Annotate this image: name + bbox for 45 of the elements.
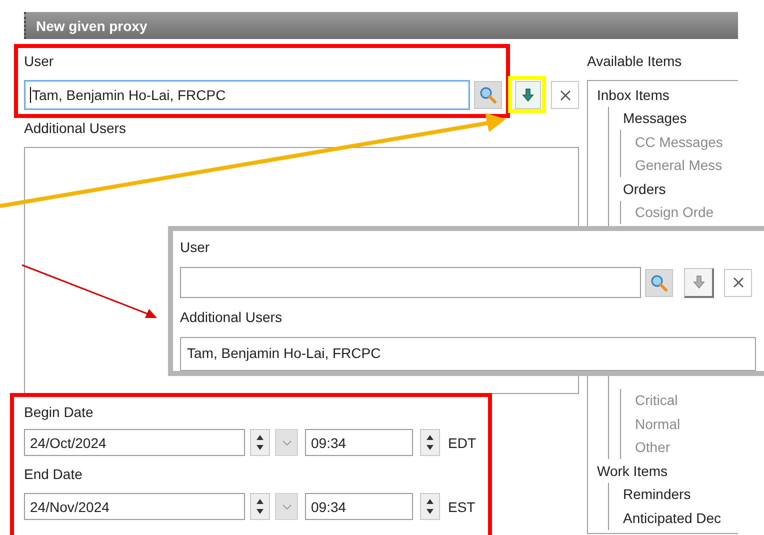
close-icon	[732, 277, 744, 288]
up-down-icon	[426, 498, 434, 515]
down-arrow-icon	[522, 88, 534, 102]
up-down-icon	[256, 498, 264, 515]
tree-item[interactable]: Messages	[623, 110, 687, 126]
time-field[interactable]: 09:34	[305, 493, 413, 520]
search-icon	[479, 86, 497, 104]
tree-item[interactable]: Inbox Items	[597, 86, 670, 103]
list-item[interactable]: Tam, Benjamin Ho-Lai, FRCPC	[187, 343, 381, 363]
time-zone: EST	[448, 498, 476, 514]
down-arrow-icon	[692, 275, 704, 289]
tree-item[interactable]: Anticipated Dec	[623, 510, 722, 526]
clear-button[interactable]	[724, 268, 752, 296]
add-user-button[interactable]	[515, 81, 541, 109]
close-icon	[560, 90, 570, 100]
field-label: Available Items	[587, 52, 682, 70]
time-field[interactable]: 09:34	[305, 429, 413, 456]
search-icon	[650, 274, 668, 292]
search-button[interactable]	[474, 81, 502, 109]
chevron-down-icon	[282, 440, 292, 446]
user-field[interactable]	[180, 267, 641, 298]
chevron-down-icon	[282, 504, 292, 510]
field-label: User	[24, 52, 54, 70]
date-label: End Date	[24, 465, 82, 483]
up-down-icon	[426, 434, 434, 451]
time-spinner[interactable]	[420, 493, 440, 520]
users-list[interactable]: Tam, Benjamin Ho-Lai, FRCPC	[180, 337, 756, 371]
field-label: User	[180, 238, 210, 256]
tree-item[interactable]: Orders	[623, 180, 666, 197]
date-spinner[interactable]	[250, 429, 270, 456]
up-down-icon	[256, 434, 264, 451]
tree-item[interactable]: Reminders	[623, 486, 691, 502]
date-label: Begin Date	[24, 403, 94, 421]
field-label: Additional Users	[24, 119, 126, 137]
panel-title: New given proxy	[36, 18, 148, 34]
date-field[interactable]: 24/Nov/2024	[24, 493, 245, 520]
date-field[interactable]: 24/Oct/2024	[24, 429, 245, 456]
clear-button[interactable]	[551, 81, 579, 109]
time-spinner[interactable]	[420, 429, 440, 456]
user-field[interactable]: Tam, Benjamin Ho-Lai, FRCPC	[24, 80, 470, 110]
tree-item[interactable]: Work Items	[597, 462, 668, 479]
date-spinner[interactable]	[250, 493, 270, 520]
time-zone: EDT	[448, 434, 476, 450]
field-label: Additional Users	[180, 308, 282, 326]
search-button[interactable]	[645, 268, 673, 296]
